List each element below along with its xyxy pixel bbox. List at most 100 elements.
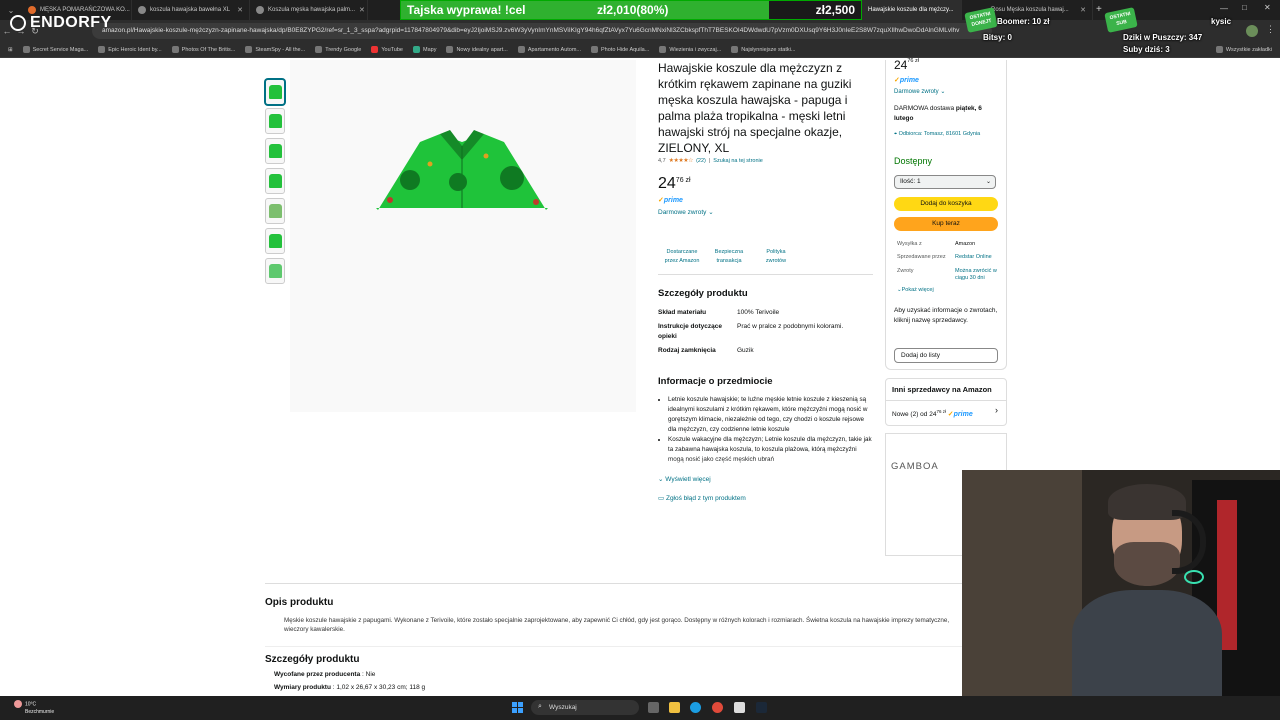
url-input[interactable]: amazon.pl/Hawajskie-koszule-mężczyzn-zap… — [92, 23, 992, 39]
bookmark-7[interactable]: Mapy — [413, 46, 436, 53]
feature-return-policy[interactable]: Polityka zwrotów — [754, 248, 798, 266]
location-pin-icon: ⌖ — [894, 131, 898, 137]
endorfy-logo: ENDORFY — [10, 14, 112, 32]
maximize-icon[interactable]: □ — [1242, 3, 1247, 12]
start-button[interactable] — [512, 702, 523, 713]
bookmark-11[interactable]: Wiezienia i zwyczaj... — [659, 46, 721, 53]
description-text: Męskie koszule hawajskie z papugami. Wyk… — [284, 617, 950, 633]
file-explorer-icon[interactable] — [669, 702, 680, 713]
bookmarks-bar: ⊞ Secret Service Maga... Epic Heroic Ide… — [0, 42, 1280, 58]
chevron-down-icon: ⌄ — [708, 209, 714, 216]
buybox-show-more[interactable]: ⌄Pokaż więcej — [897, 287, 934, 293]
other-sellers-offer[interactable]: Nowe (2) od 2476 zł ✓prime — [892, 409, 973, 418]
goal-title: Tajska wyprawa! !cel — [407, 3, 526, 17]
thumbnail-7[interactable] — [265, 258, 285, 284]
steam-icon[interactable] — [756, 702, 767, 713]
favicon-icon — [28, 6, 36, 14]
bookmark-3[interactable]: Photos Of The Britis... — [171, 46, 235, 53]
bookmark-8[interactable]: Nowy idealny apart... — [446, 46, 508, 53]
report-issue-link[interactable]: ▭ Zgłoś błąd z tym produktem — [658, 494, 746, 502]
delivery-info: DARMOWA dostawa piątek, 6 lutego — [894, 105, 982, 122]
show-more-link[interactable]: ⌄ Wyświetl więcej — [658, 475, 711, 483]
close-tab-icon[interactable]: ✕ — [359, 6, 365, 14]
quantity-select[interactable]: Ilość: 1 ⌄ — [894, 175, 996, 189]
favicon-icon — [138, 6, 146, 14]
other-sellers-title: Inni sprzedawcy na Amazon — [892, 385, 992, 394]
favicon-icon — [256, 6, 264, 14]
youtube-icon — [371, 46, 379, 53]
task-view-icon[interactable] — [648, 702, 659, 713]
edge-icon[interactable] — [690, 702, 701, 713]
message-icon: ▭ — [658, 495, 665, 502]
reviews-link[interactable]: (22) — [696, 158, 706, 164]
thumbnail-3[interactable] — [265, 138, 285, 164]
bookmark-2[interactable]: Epic Heroic Ident by... — [98, 46, 162, 53]
bookmark-6[interactable]: YouTube — [371, 46, 403, 53]
close-tab-icon[interactable]: ✕ — [1080, 6, 1086, 14]
windows-taskbar — [0, 696, 1280, 720]
thumbnail-6[interactable] — [265, 228, 285, 254]
description-heading: Opis produktu — [265, 597, 334, 608]
chevron-right-icon[interactable]: › — [995, 405, 998, 415]
last-donation: Boomer: 10 zł — [997, 17, 1050, 26]
bits-counter: Bitsy: 0 — [983, 33, 1012, 42]
thumbnail-5[interactable] — [265, 198, 285, 224]
thumbnail-1[interactable] — [265, 79, 285, 105]
shirt-thumbnail-image — [269, 144, 282, 158]
menu-icon[interactable]: ⋮ — [1266, 24, 1275, 35]
close-tab-icon[interactable]: ✕ — [237, 6, 243, 14]
tab-active[interactable]: Hawajskie koszule dla mężczy... — [862, 0, 962, 20]
hawaiian-shirt-image — [376, 130, 548, 210]
tab-3[interactable]: Koszula męska hawajska palm... ✕ — [250, 0, 368, 20]
bookmark-10[interactable]: Photo Hide Aquila... — [591, 46, 649, 53]
thumbnail-2[interactable] — [265, 108, 285, 134]
bookmark-icon — [659, 46, 667, 53]
apps-icon[interactable]: ⊞ — [8, 47, 13, 53]
close-window-icon[interactable]: ✕ — [1264, 3, 1271, 12]
stock-status: Dostępny — [894, 156, 933, 166]
taskbar-search-input[interactable]: Wyszukaj — [531, 700, 639, 715]
product-price: 2476 zł — [658, 175, 691, 192]
buy-now-button[interactable]: Kup teraz — [894, 217, 998, 231]
details-heading: Szczegóły produktu — [658, 288, 748, 299]
bookmark-icon — [591, 46, 599, 53]
webcam-person-beard — [1114, 542, 1180, 586]
chevron-down-icon: ⌄ — [658, 476, 664, 483]
minimize-icon[interactable]: — — [1220, 4, 1228, 13]
bookmark-1[interactable]: Secret Service Maga... — [22, 46, 88, 53]
feature-secure-transaction[interactable]: Bezpieczna transakcja — [707, 248, 751, 266]
chrome-icon[interactable] — [712, 702, 723, 713]
feature-amazon-delivery[interactable]: Dostarczane przez Amazon — [660, 248, 704, 266]
spec-care-label: Instrukcje dotyczące opieki — [658, 323, 722, 340]
new-tab-icon[interactable]: + — [1096, 4, 1102, 15]
chevron-down-icon: ⌄ — [985, 179, 991, 185]
returns-link[interactable]: Można zwrócić w ciągu 30 dni — [955, 268, 1003, 282]
bookmark-9[interactable]: Apartamento Autom... — [517, 46, 581, 53]
bookmark-5[interactable]: Trendy Google — [315, 46, 361, 53]
rating-stars-icon[interactable]: ★★★★☆ — [669, 157, 694, 164]
weather-widget[interactable]: 10°C Bezchmurnie — [14, 700, 54, 716]
search-page-link[interactable]: Szukaj na tej stronie — [713, 158, 763, 164]
all-bookmarks[interactable]: Wszystkie zakładki — [1215, 46, 1272, 53]
detail-row: Wymiary produktu : 1,02 x 26,67 x 30,23 … — [274, 684, 426, 691]
profile-avatar[interactable] — [1246, 25, 1258, 37]
sold-by-link[interactable]: Redstar Online — [955, 254, 1003, 261]
separator: | — [708, 157, 711, 164]
goal-target: zł2,500 — [815, 3, 855, 17]
thumbnail-4[interactable] — [265, 168, 285, 194]
return-info-text: Aby uzyskać informacje o zwrotach, klikn… — [894, 307, 998, 324]
add-to-list-button[interactable]: Dodaj do listy — [894, 348, 998, 363]
add-to-cart-button[interactable]: Dodaj do koszyka — [894, 197, 998, 211]
bookmark-4[interactable]: SteamSpy - All the... — [245, 46, 305, 53]
tab-2[interactable]: koszula hawajska bawełna XL ✕ — [132, 0, 250, 20]
bookmark-12[interactable]: Najsłynniejsze statki... — [731, 46, 795, 53]
main-product-image[interactable] — [290, 60, 636, 412]
donation-goal-bar: Tajska wyprawa! !cel zł2,010(80%) zł2,50… — [400, 0, 862, 20]
delivery-location[interactable]: ⌖ Odbiorca: Tomasz, 81601 Gdynia — [894, 130, 994, 138]
buybox-free-returns[interactable]: Darmowe zwroty ⌄ — [894, 88, 945, 95]
address-bar-row: ← → ↻ amazon.pl/Hawajskie-koszule-mężczy… — [0, 20, 1280, 42]
free-returns-link[interactable]: Darmowe zwroty ⌄ — [658, 208, 714, 216]
fade-overlay — [658, 458, 873, 472]
divider — [658, 274, 873, 275]
store-icon[interactable] — [734, 702, 745, 713]
